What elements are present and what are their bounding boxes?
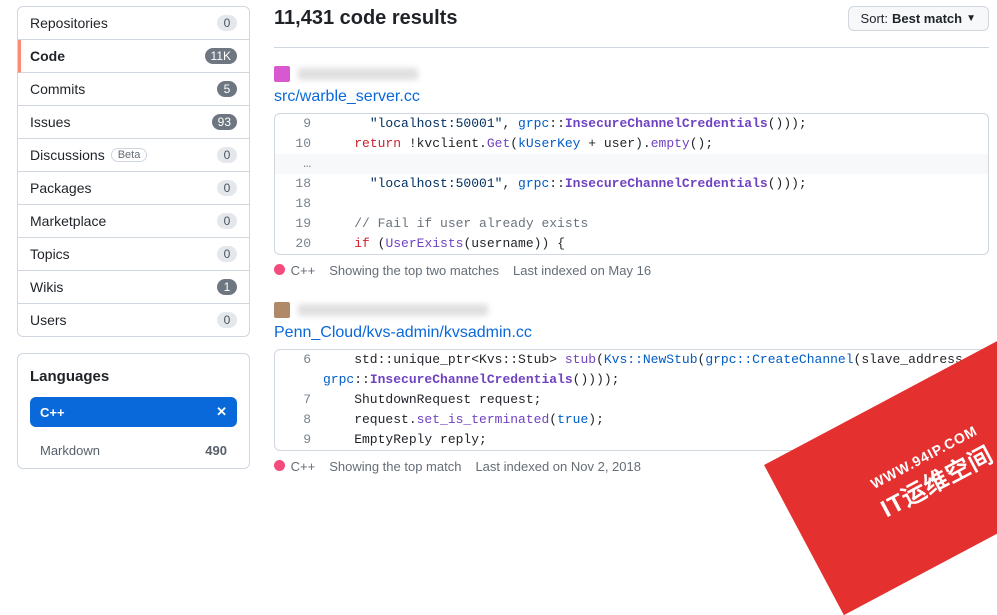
nav-item-label: Packages	[30, 180, 91, 196]
nav-count-badge: 0	[217, 246, 237, 262]
repo-row[interactable]	[274, 302, 989, 318]
line-number: 9	[275, 114, 323, 134]
code-line-content: "localhost:50001", grpc::InsecureChannel…	[323, 114, 988, 134]
line-number	[275, 154, 323, 174]
file-link[interactable]: Penn_Cloud/kvs-admin/kvsadmin.cc	[274, 324, 989, 342]
nav-count-badge: 1	[217, 279, 237, 295]
nav-item-packages[interactable]: Packages 0	[18, 172, 249, 205]
nav-item-discussions[interactable]: DiscussionsBeta 0	[18, 139, 249, 172]
language-name: C++	[291, 459, 316, 474]
line-number: 7	[275, 390, 323, 410]
code-line-content: return !kvclient.Get(kUserKey + user).em…	[323, 134, 988, 154]
chevron-down-icon: ▼	[966, 13, 976, 24]
matches-text: Showing the top two matches	[329, 263, 499, 278]
indexed-text: Last indexed on Nov 2, 2018	[475, 459, 641, 474]
language-selected-label: C++	[40, 405, 65, 420]
line-number: 20	[275, 234, 323, 254]
line-number	[275, 370, 323, 390]
nav-count-badge: 5	[217, 81, 237, 97]
line-number: 18	[275, 174, 323, 194]
line-number: 6	[275, 350, 323, 370]
nav-item-commits[interactable]: Commits 5	[18, 73, 249, 106]
code-line-content: "localhost:50001", grpc::InsecureChannel…	[323, 174, 988, 194]
nav-count-badge: 0	[217, 213, 237, 229]
code-line-content: if (UserExists(username)) {	[323, 234, 988, 254]
repo-avatar	[274, 66, 290, 82]
languages-title: Languages	[30, 368, 237, 385]
sort-value: Best match	[892, 11, 962, 26]
language-count: 490	[205, 443, 227, 458]
language-name: Markdown	[40, 443, 100, 458]
line-number: 19	[275, 214, 323, 234]
sort-button[interactable]: Sort: Best match ▼	[848, 6, 989, 31]
nav-item-users[interactable]: Users 0	[18, 304, 249, 336]
search-result: src/warble_server.cc 9 "localhost:50001",…	[274, 66, 989, 278]
line-number: 18	[275, 194, 323, 214]
nav-item-label: Topics	[30, 246, 70, 262]
nav-item-code[interactable]: Code 11K	[18, 40, 249, 73]
results-count: 11,431 code results	[274, 7, 457, 30]
line-number: 10	[275, 134, 323, 154]
nav-item-wikis[interactable]: Wikis 1	[18, 271, 249, 304]
language-name: C++	[291, 263, 316, 278]
nav-count-badge: 93	[212, 114, 237, 130]
language-color-dot	[274, 460, 285, 471]
file-link[interactable]: src/warble_server.cc	[274, 88, 989, 106]
code-snippet[interactable]: 9 "localhost:50001", grpc::InsecureChann…	[274, 113, 989, 255]
nav-item-label: Issues	[30, 114, 70, 130]
indexed-text: Last indexed on May 16	[513, 263, 651, 278]
code-line-content	[323, 154, 988, 174]
nav-item-label: Users	[30, 312, 67, 328]
line-number: 8	[275, 410, 323, 430]
nav-count-badge: 11K	[205, 48, 237, 64]
nav-item-label: Wikis	[30, 279, 63, 295]
nav-item-label: Repositories	[30, 15, 108, 31]
code-line-content	[323, 194, 988, 214]
repo-row[interactable]	[274, 66, 989, 82]
nav-item-label: Marketplace	[30, 213, 106, 229]
result-meta: C++ Showing the top two matches Last index…	[274, 263, 989, 278]
divider	[274, 47, 989, 48]
nav-item-repositories[interactable]: Repositories 0	[18, 7, 249, 40]
code-line-content: // Fail if user already exists	[323, 214, 988, 234]
nav-item-marketplace[interactable]: Marketplace 0	[18, 205, 249, 238]
search-type-nav: Repositories 0 Code 11K Commits 5 Issues 93 Disc…	[17, 6, 250, 337]
nav-item-issues[interactable]: Issues 93	[18, 106, 249, 139]
language-color-dot	[274, 264, 285, 275]
languages-filter: Languages C++ ✕ Markdown 490	[17, 353, 250, 469]
nav-item-label: Commits	[30, 81, 85, 97]
code-line-content: std::unique_ptr<Kvs::Stub> stub(Kvs::New…	[323, 350, 988, 370]
repo-name-redacted	[298, 68, 418, 80]
repo-name-redacted	[298, 304, 488, 316]
nav-count-badge: 0	[217, 147, 237, 163]
remove-language-icon[interactable]: ✕	[216, 404, 227, 420]
repo-avatar	[274, 302, 290, 318]
nav-count-badge: 0	[217, 312, 237, 328]
nav-count-badge: 0	[217, 15, 237, 31]
nav-item-topics[interactable]: Topics 0	[18, 238, 249, 271]
beta-badge: Beta	[111, 148, 148, 162]
code-line-content: grpc::InsecureChannelCredentials())));	[323, 370, 988, 390]
language-selected[interactable]: C++ ✕	[30, 397, 237, 427]
line-number: 9	[275, 430, 323, 450]
nav-item-label: DiscussionsBeta	[30, 147, 147, 163]
sort-label: Sort:	[861, 11, 888, 26]
nav-item-label: Code	[30, 48, 65, 64]
nav-count-badge: 0	[217, 180, 237, 196]
language-row[interactable]: Markdown 490	[30, 437, 237, 464]
matches-text: Showing the top match	[329, 459, 461, 474]
